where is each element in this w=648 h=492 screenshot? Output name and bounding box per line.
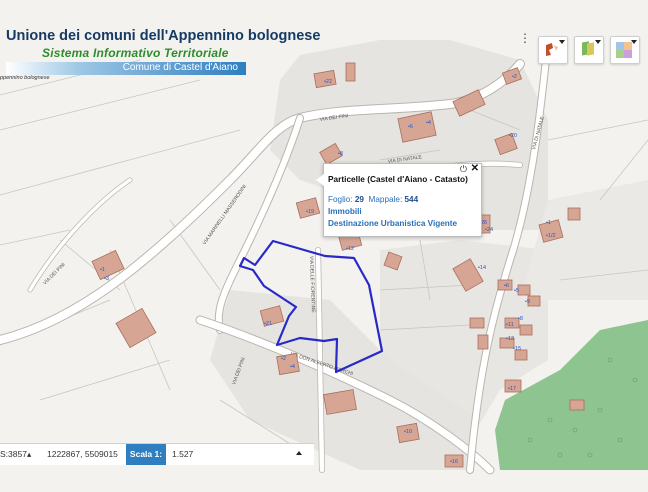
- svg-text:•21: •21: [264, 321, 272, 327]
- layers-button[interactable]: [574, 36, 604, 64]
- destinazione-urbanistica-link[interactable]: Destinazione Urbanistica Vigente: [328, 219, 457, 228]
- svg-text:•1: •1: [546, 220, 551, 226]
- immobili-link[interactable]: Immobili: [328, 207, 362, 216]
- chevron-down-icon: [595, 40, 601, 44]
- header-subtitle: Sistema Informativo Territoriale: [42, 46, 229, 60]
- svg-text:•10: •10: [404, 429, 412, 435]
- info-popup: ⏻ ✕ Particelle (Castel d'Aiano - Catasto…: [316, 163, 482, 237]
- srs-selector[interactable]: S:3857▴: [0, 444, 38, 465]
- svg-text:•9: •9: [525, 299, 530, 305]
- comune-name: Comune di Castel d'Aiano: [122, 62, 238, 73]
- svg-text:•3: •3: [104, 276, 109, 282]
- tools-button[interactable]: [538, 36, 568, 64]
- svg-text:•6: •6: [408, 124, 413, 130]
- chevron-down-icon: [559, 40, 565, 44]
- header-title: Unione dei comuni dell'Appennino bologne…: [6, 28, 321, 44]
- svg-text:•15: •15: [513, 346, 521, 352]
- svg-text:•4: •4: [426, 120, 431, 126]
- mappale-value: 544: [404, 195, 419, 204]
- basemap-button[interactable]: [610, 36, 640, 64]
- svg-text:•8: •8: [518, 316, 523, 322]
- popup-title: Particelle (Castel d'Aiano - Catasto): [328, 174, 468, 184]
- svg-text:•19: •19: [306, 209, 314, 215]
- foglio-value: 29: [354, 195, 364, 204]
- status-bar: S:3857▴ 1222867, 5509015 Scala 1: 1.527: [0, 443, 314, 465]
- svg-text:•16: •16: [450, 459, 458, 465]
- scale-label: Scala 1:: [126, 444, 166, 465]
- svg-text:•5: •5: [514, 288, 519, 294]
- svg-text:•1/2: •1/2: [546, 233, 556, 239]
- svg-text:•14: •14: [478, 265, 486, 271]
- svg-text:•17: •17: [508, 386, 516, 392]
- svg-text:•2: •2: [512, 74, 517, 80]
- svg-text:•24: •24: [485, 227, 493, 233]
- union-caption: ppennino bolognese: [0, 75, 50, 81]
- map-toolbar: [538, 36, 640, 64]
- scale-value[interactable]: 1.527: [172, 444, 193, 465]
- svg-text:•1: •1: [100, 267, 105, 273]
- popup-foglio-mappale: Foglio: 29 Mappale: 544: [328, 195, 418, 204]
- svg-text:•22: •22: [324, 79, 332, 85]
- close-icon[interactable]: ✕: [471, 163, 479, 174]
- comune-bar: Comune di Castel d'Aiano: [6, 62, 246, 75]
- chevron-down-icon: [631, 40, 637, 44]
- app-header: Unione dei comuni dell'Appennino bologne…: [0, 26, 320, 81]
- foglio-label: Foglio:: [328, 195, 353, 204]
- more-options-icon[interactable]: ⋮: [519, 32, 531, 44]
- mappale-label: Mappale:: [368, 195, 403, 204]
- coordinates-readout: 1222867, 5509015: [47, 449, 118, 459]
- svg-text:•12: •12: [346, 246, 354, 252]
- chevron-up-icon[interactable]: [296, 451, 302, 455]
- svg-text:•20: •20: [509, 133, 517, 139]
- popup-tail: [316, 174, 324, 186]
- svg-text:•8: •8: [338, 151, 343, 157]
- svg-text:•11: •11: [506, 322, 514, 328]
- svg-text:•13: •13: [506, 336, 514, 342]
- svg-text:•6: •6: [504, 283, 509, 289]
- svg-text:•2: •2: [281, 356, 286, 362]
- svg-text:•4: •4: [290, 364, 295, 370]
